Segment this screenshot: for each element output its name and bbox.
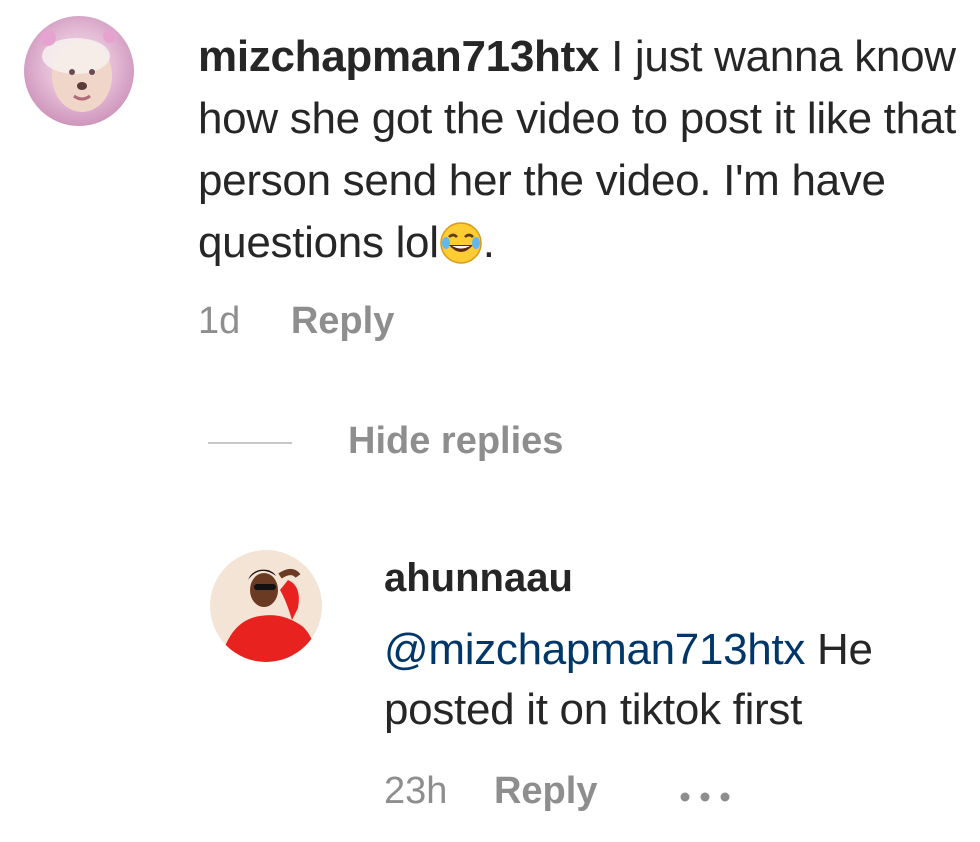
comment-meta: 1d Reply	[198, 300, 394, 343]
face-with-tears-of-joy-icon	[439, 220, 483, 264]
more-horizontal-icon[interactable]	[678, 771, 732, 814]
reply-timestamp: 23h	[384, 770, 448, 812]
reply-mention-link[interactable]: @mizchapman713htx	[384, 625, 805, 674]
comment-timestamp: 1d	[198, 300, 241, 342]
comment-reply-button[interactable]: Reply	[291, 300, 394, 342]
hide-replies-divider	[208, 442, 292, 444]
reply-reply-button[interactable]: Reply	[494, 770, 597, 812]
replier-avatar[interactable]	[210, 550, 322, 662]
hide-replies-button[interactable]: Hide replies	[348, 420, 563, 463]
commenter-avatar[interactable]	[24, 16, 134, 126]
comment-body: mizchapman713htx I just wanna know how s…	[198, 26, 968, 274]
reply-meta: 23h Reply	[384, 770, 732, 814]
reply-username[interactable]: ahunnaau	[384, 556, 573, 601]
reply-body: @mizchapman713htx He posted it on tiktok…	[384, 620, 964, 740]
comment-username[interactable]: mizchapman713htx	[198, 32, 599, 81]
comment-trailing: .	[482, 218, 495, 267]
